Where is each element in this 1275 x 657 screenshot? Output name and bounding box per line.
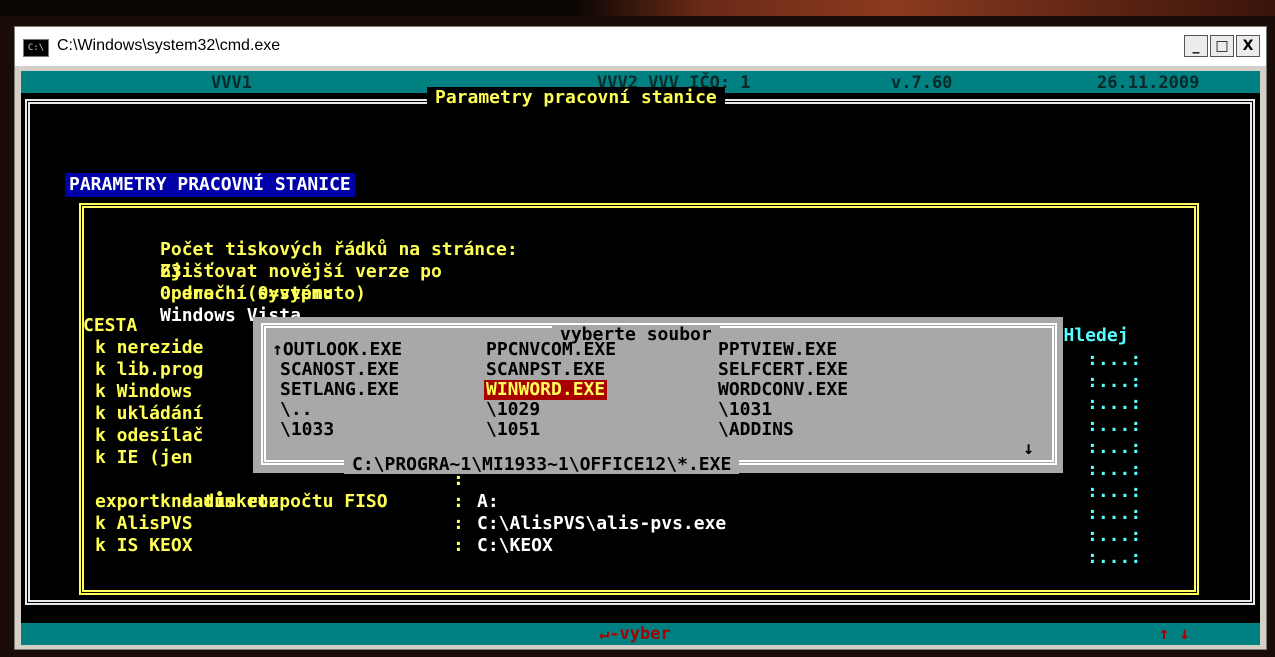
cmd-icon: C:\ — [23, 39, 49, 57]
select-hint: ↵-vyber — [599, 624, 671, 644]
scroll-down-icon[interactable]: ↓ — [1023, 438, 1034, 459]
file-item[interactable]: WORDCONV.EXE — [718, 380, 848, 400]
file-item[interactable]: SCANOST.EXE — [280, 360, 399, 380]
path-value[interactable]: C:\AlisPVS\alis-pvs.exe — [477, 513, 726, 535]
file-item[interactable]: PPTVIEW.EXE — [718, 340, 837, 360]
cmd-window: C:\ C:\Windows\system32\cmd.exe _ □ X VV… — [14, 26, 1267, 650]
setting-label: Operační systém: — [160, 283, 334, 304]
frame-title: Parametry pracovní stanice — [427, 87, 725, 109]
placeholder-field: :...: — [1087, 525, 1142, 546]
folder-item[interactable]: \1031 — [718, 400, 772, 420]
path-separator: : — [453, 513, 464, 534]
status-footer: ↵-vyber ↑ ↓ — [21, 623, 1260, 645]
minimize-button[interactable]: _ — [1184, 35, 1208, 57]
close-button[interactable]: X — [1236, 35, 1260, 57]
file-item[interactable]: PPCNVCOM.EXE — [486, 340, 616, 360]
console-area[interactable]: VVV1 VVV2 VVV IČO: 1 v.7.60 26.11.2009 P… — [21, 71, 1260, 645]
path-label: export na disketu — [95, 491, 280, 512]
placeholder-field: :...: — [1087, 371, 1142, 392]
path-label: k IS KEOX — [95, 535, 193, 556]
path-separator: : — [453, 535, 464, 556]
path-label: k lib.prog — [95, 359, 204, 380]
placeholder-field: :...: — [1087, 481, 1142, 502]
path-label: k Windows — [95, 381, 193, 402]
path-separator: : — [453, 491, 464, 512]
path-label: k nerezide — [95, 337, 204, 358]
placeholder-field: :...: — [1087, 459, 1142, 480]
folder-item[interactable]: \.. — [280, 400, 313, 420]
file-item[interactable]: SETLANG.EXE — [280, 380, 399, 400]
navigation-hint: ↑ ↓ — [1159, 624, 1190, 644]
folder-item[interactable]: \1051 — [486, 420, 540, 440]
file-item[interactable]: SELFCERT.EXE — [718, 360, 848, 380]
file-item[interactable]: SCANPST.EXE — [486, 360, 605, 380]
path-value[interactable]: A: — [477, 491, 499, 513]
path-label: k IE (jen — [95, 447, 193, 468]
header-field-1: VVV1 — [211, 73, 252, 93]
folder-item[interactable]: \1033 — [280, 420, 334, 440]
window-controls: _ □ X — [1184, 35, 1260, 57]
folder-item[interactable]: \ADDINS — [718, 420, 794, 440]
maximize-button[interactable]: □ — [1210, 35, 1234, 57]
window-title: C:\Windows\system32\cmd.exe — [57, 37, 281, 54]
placeholder-field: :...: — [1087, 393, 1142, 414]
paths-heading: CESTA — [83, 315, 138, 336]
path-label: k ukládání — [95, 403, 204, 424]
path-label: k AlisPVS — [95, 513, 193, 534]
placeholder-field: :...: — [1087, 547, 1142, 568]
title-bar[interactable]: C:\ C:\Windows\system32\cmd.exe _ □ X — [15, 27, 1266, 67]
header-version: v.7.60 — [891, 73, 953, 93]
file-chooser-path: C:\PROGRA~1\MI1933~1\OFFICE12\*.EXE — [344, 456, 740, 474]
file-item[interactable]: ↑OUTLOOK.EXE — [272, 340, 402, 360]
placeholder-field: :...: — [1087, 437, 1142, 458]
placeholder-field: :...: — [1087, 415, 1142, 436]
desktop-background-strip — [0, 0, 1275, 16]
file-chooser-frame: vyberte soubor ↑OUTLOOK.EXE PPCNVCOM.EXE… — [261, 323, 1057, 474]
path-value[interactable]: C:\KEOX — [477, 535, 553, 557]
header-date: 26.11.2009 — [1097, 73, 1200, 93]
placeholder-field: :...: — [1087, 503, 1142, 524]
section-label: PARAMETRY PRACOVNÍ STANICE — [65, 173, 355, 197]
placeholder-field: :...: — [1087, 349, 1142, 370]
file-item-selected[interactable]: WINWORD.EXE — [484, 380, 608, 400]
path-label: k odesílač — [95, 425, 204, 446]
file-chooser-dialog: vyberte soubor ↑OUTLOOK.EXE PPCNVCOM.EXE… — [253, 317, 1063, 474]
folder-item[interactable]: \1029 — [486, 400, 540, 420]
